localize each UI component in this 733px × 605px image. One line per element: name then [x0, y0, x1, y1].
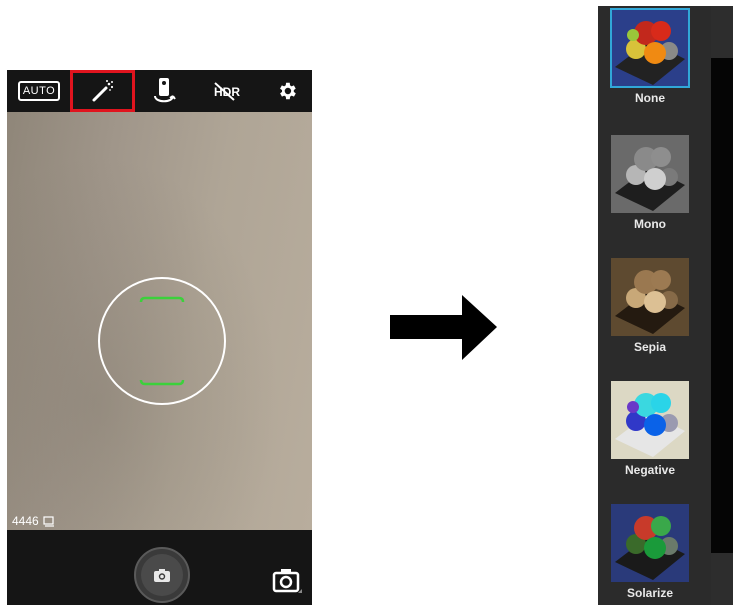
- right-arrow-icon: [390, 295, 497, 360]
- filter-label: Solarize: [626, 586, 674, 600]
- filter-panel: None Mono Sepia Negative Solarize: [598, 6, 733, 605]
- filter-none[interactable]: None: [610, 8, 691, 105]
- auto-mode-label: AUTO: [17, 81, 61, 101]
- switch-camera-button[interactable]: [142, 70, 186, 112]
- camera-mode-button[interactable]: [271, 566, 303, 599]
- panel-edge-top: [711, 6, 733, 58]
- shutter-button[interactable]: [134, 547, 190, 603]
- auto-mode-button[interactable]: AUTO: [15, 70, 63, 112]
- filter-mono-thumbnail: [611, 135, 689, 213]
- shutter-inner: [141, 554, 183, 596]
- photo-counter: 4446: [12, 514, 55, 528]
- settings-button[interactable]: [267, 70, 307, 112]
- filter-sepia[interactable]: Sepia: [611, 258, 691, 354]
- filter-negative-thumbnail: [611, 381, 689, 459]
- focus-brackets: [139, 296, 185, 386]
- gallery-stack-icon: [43, 515, 54, 527]
- camera-mode-icon: [272, 569, 302, 593]
- filter-label: None: [635, 91, 665, 105]
- camera-viewfinder[interactable]: [7, 112, 312, 530]
- panel-edge-middle: [711, 58, 733, 553]
- camera-flip-icon: [154, 78, 176, 103]
- svg-text:HDR: HDR: [214, 85, 240, 99]
- camera-icon: [154, 568, 170, 582]
- hdr-off-icon: HDR: [214, 82, 240, 101]
- filter-sepia-thumbnail: [611, 258, 689, 336]
- filter-mono[interactable]: Mono: [611, 135, 691, 231]
- filter-solarize-thumbnail: [611, 504, 689, 582]
- filter-label: Sepia: [633, 340, 666, 354]
- gear-icon: [280, 82, 296, 100]
- filter-label: Negative: [624, 463, 676, 477]
- hdr-button[interactable]: HDR: [203, 70, 249, 112]
- camera-screen: AUTO HDR 4446: [7, 70, 312, 605]
- photo-count: 4446: [12, 514, 39, 528]
- effects-highlight-box: [70, 70, 135, 112]
- filter-label: Mono: [634, 217, 666, 231]
- filter-none-thumbnail: [610, 8, 690, 88]
- filter-solarize[interactable]: Solarize: [611, 504, 691, 600]
- camera-top-toolbar: AUTO HDR: [7, 70, 312, 112]
- panel-edge-bottom: [711, 553, 733, 605]
- filter-negative[interactable]: Negative: [611, 381, 691, 477]
